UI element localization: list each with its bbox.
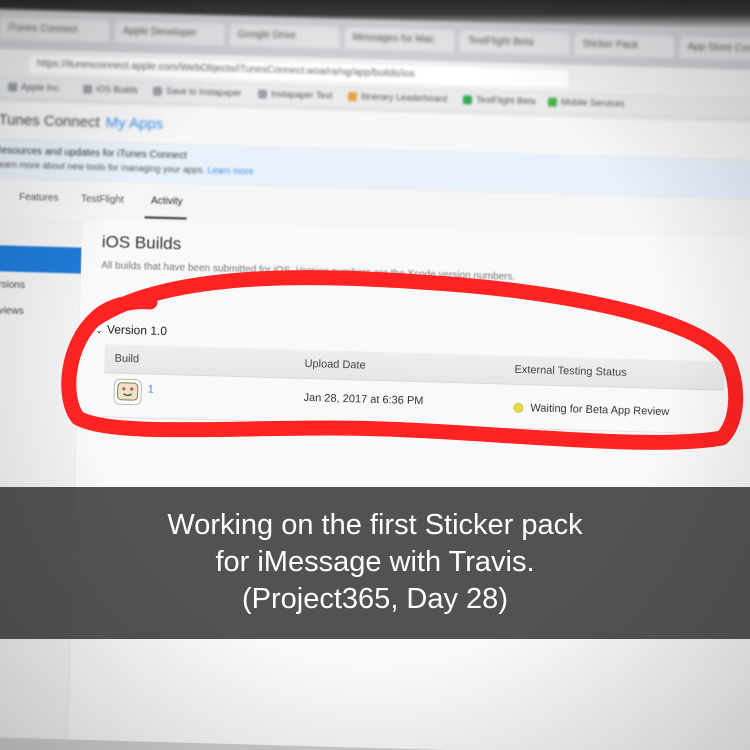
bookmark-label: TestFlight Beta	[475, 94, 536, 107]
bookmark-item[interactable]: Apple Inc.	[8, 82, 61, 94]
page-title: iOS Builds	[101, 232, 182, 254]
banner-text: Learn more about new tools for managing …	[0, 159, 254, 176]
banner-title: Resources and updates for iTunes Connect	[0, 145, 187, 162]
bookmark-item[interactable]: Itinerary Leaderboard	[347, 91, 448, 104]
version-label: Version 1.0	[106, 322, 168, 339]
external-testing-status: Waiting for Beta App Review	[513, 402, 669, 418]
bookmark-item[interactable]: Mobile Services	[547, 96, 625, 109]
app-icon	[113, 378, 143, 406]
bookmark-icon	[152, 86, 163, 96]
sidebar-item-ios-builds[interactable]	[0, 244, 82, 274]
browser-tab[interactable]: App Store Connect	[679, 36, 750, 62]
column-header-external-testing-status: External Testing Status	[514, 363, 627, 379]
browser-tab[interactable]: TestFlight Beta	[459, 30, 570, 56]
sidebar-item-versions[interactable]: Versions	[0, 279, 25, 291]
status-dot-icon	[513, 402, 524, 414]
banner-body: Learn more about new tools for managing …	[0, 159, 206, 176]
chevron-down-icon: ⌄	[95, 325, 104, 336]
browser-tab[interactable]: Apple Developer	[114, 20, 226, 46]
photo-caption: Working on the first Sticker pack for iM…	[0, 507, 750, 618]
bookmark-item[interactable]: Save to Instapaper	[152, 85, 242, 99]
bookmark-icon	[462, 95, 473, 105]
tab-testflight[interactable]: TestFlight	[81, 194, 124, 206]
bookmark-label: Save to Instapaper	[165, 85, 242, 99]
bookmark-icon	[347, 92, 358, 102]
bookmark-label: Mobile Services	[560, 96, 625, 109]
column-header-upload-date: Upload Date	[304, 357, 366, 372]
upload-date: Jan 28, 2017 at 6:36 PM	[303, 391, 424, 408]
browser-tab[interactable]: Sticker Pack	[574, 33, 675, 59]
browser-tab[interactable]: Google Drive	[229, 23, 340, 49]
my-apps-link[interactable]: My Apps	[105, 114, 163, 133]
app-brand: iTunes Connect My Apps	[0, 111, 163, 133]
version-group-toggle[interactable]: ⌄ Version 1.0	[95, 322, 167, 338]
learn-more-link[interactable]: Learn more	[207, 165, 253, 176]
bookmark-label: Itinerary Leaderboard	[360, 91, 448, 104]
bookmark-item[interactable]: iOS Builds	[82, 83, 139, 96]
browser-tab[interactable]: iTunes Connect	[0, 17, 111, 43]
caption-line: Working on the first Sticker pack	[167, 509, 583, 541]
caption-line: (Project365, Day 28)	[242, 583, 508, 615]
caption-line: for iMessage with Travis.	[215, 546, 535, 578]
browser-tab[interactable]: Messages for Mac	[344, 26, 455, 52]
bookmark-label: Apple Inc.	[21, 81, 62, 93]
bookmark-icon	[257, 89, 268, 99]
bookmark-icon	[8, 82, 18, 92]
sidebar-item-reviews[interactable]: Reviews	[0, 305, 24, 317]
build-number-link[interactable]: 1	[148, 384, 154, 396]
column-header-build: Build	[114, 352, 140, 366]
page-subtitle: All builds that have been submitted for …	[101, 260, 516, 283]
bookmark-label: iOS Builds	[95, 83, 139, 96]
tab-activity[interactable]: Activity	[151, 196, 183, 208]
status-label: Waiting for Beta App Review	[530, 402, 670, 419]
main-content: iOS Builds All builds that have been sub…	[67, 219, 750, 750]
bookmark-item[interactable]: Instapaper Text	[257, 88, 333, 101]
sticker-face-icon	[117, 382, 139, 401]
active-tab-indicator	[144, 216, 187, 220]
photo-background: iTunes Connect Apple Developer Google Dr…	[0, 0, 750, 750]
bookmark-icon	[547, 97, 558, 107]
bookmark-icon	[82, 84, 93, 94]
tab-features[interactable]: Features	[19, 192, 59, 204]
bookmark-label: Instapaper Text	[270, 88, 333, 101]
brand-label: iTunes Connect	[0, 111, 100, 132]
bookmark-item[interactable]: TestFlight Beta	[462, 94, 536, 107]
